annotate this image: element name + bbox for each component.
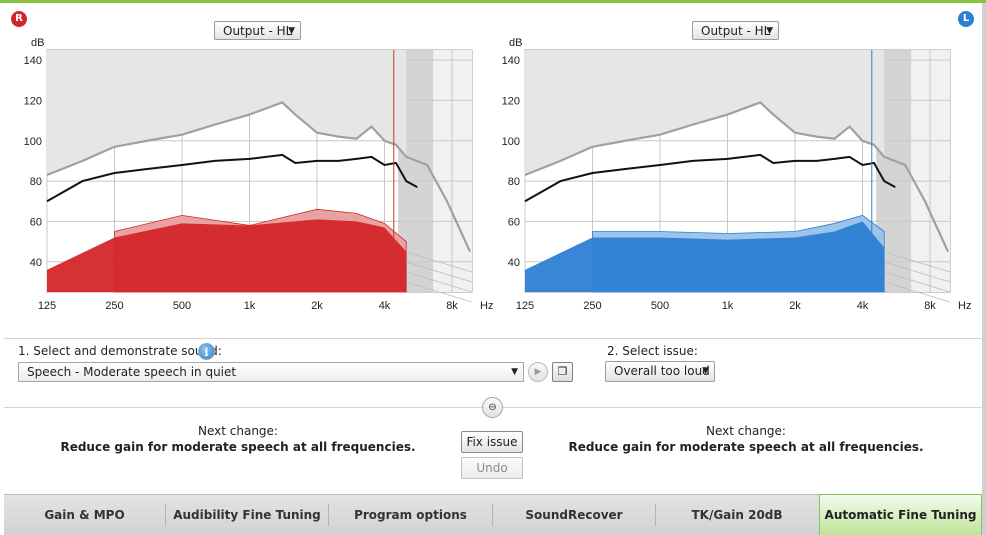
y-tick-label: 40: [508, 257, 520, 269]
x-tick-label: 8k: [446, 300, 458, 312]
y-tick-label: 140: [24, 55, 42, 67]
sound-select-value: Speech - Moderate speech in quiet: [27, 365, 237, 379]
sound-select[interactable]: Speech - Moderate speech in quiet ▼: [18, 362, 524, 382]
out-of-range-region: [433, 50, 472, 292]
tab-gain-mpo[interactable]: Gain & MPO: [4, 495, 165, 535]
right-ear-chart: 140 120 100 80 60 40 125 250 500 1k 2k 4k 8k dB Hz: [24, 37, 494, 312]
y-tick-label: 80: [508, 176, 520, 188]
window-icon[interactable]: ❐: [552, 362, 573, 382]
left-ear-badge: L: [958, 11, 974, 27]
next-change-text: Reduce gain for moderate speech at all f…: [568, 440, 924, 454]
link-icon[interactable]: ⊖: [482, 397, 503, 418]
y-tick-label: 100: [502, 136, 520, 148]
chevron-down-icon: ▼: [702, 366, 709, 376]
x-tick-label: 2k: [311, 300, 323, 312]
x-tick-label: 125: [516, 300, 534, 312]
y-tick-label: 40: [30, 257, 42, 269]
issue-select[interactable]: Overall too loud ▼: [605, 361, 715, 382]
y-tick-label: 140: [502, 55, 520, 67]
sound-select-label: 1. Select and demonstrate sound:: [18, 344, 222, 358]
y-tick-label: 100: [24, 136, 42, 148]
issue-select-label: 2. Select issue:: [607, 344, 698, 358]
x-tick-label: 1k: [722, 300, 734, 312]
tab-bar: Gain & MPO Audibility Fine Tuning Progra…: [4, 494, 982, 535]
left-output-dropdown-label: Output - HL: [701, 24, 771, 38]
right-ear-badge: R: [11, 11, 27, 27]
next-change-text: Reduce gain for moderate speech at all f…: [60, 440, 416, 454]
out-of-range-region: [911, 50, 950, 292]
tab-tk-gain[interactable]: TK/Gain 20dB: [656, 495, 818, 535]
y-axis-label: dB: [509, 37, 522, 49]
x-tick-label: 250: [583, 300, 601, 312]
left-ear-chart: 140 120 100 80 60 40 125 250 500 1k 2k 4k 8k dB Hz: [502, 37, 972, 312]
right-output-dropdown-label: Output - HL: [223, 24, 293, 38]
y-tick-label: 60: [30, 216, 42, 228]
left-next-change: Next change: Reduce gain for moderate sp…: [566, 424, 926, 454]
info-icon[interactable]: i: [198, 343, 215, 360]
y-tick-label: 120: [502, 95, 520, 107]
right-next-change: Next change: Reduce gain for moderate sp…: [58, 424, 418, 454]
x-axis-unit: Hz: [958, 300, 971, 312]
next-change-title: Next change:: [706, 424, 786, 438]
x-tick-label: 500: [651, 300, 669, 312]
tab-audibility-fine-tuning[interactable]: Audibility Fine Tuning: [166, 495, 328, 535]
chart-area: 140 120 100 80 60 40 125 250 500 1k 2k 4k 8k dB Hz 140…: [24, 37, 972, 312]
tab-soundrecover[interactable]: SoundRecover: [493, 495, 655, 535]
x-tick-label: 250: [105, 300, 123, 312]
x-tick-label: 4k: [379, 300, 391, 312]
y-tick-label: 60: [508, 216, 520, 228]
top-accent-bar: [0, 0, 986, 3]
y-tick-label: 120: [24, 95, 42, 107]
tab-program-options[interactable]: Program options: [329, 495, 492, 535]
x-tick-label: 2k: [789, 300, 801, 312]
play-button[interactable]: ▶: [528, 362, 548, 382]
x-tick-label: 1k: [244, 300, 256, 312]
chevron-down-icon: ▼: [511, 367, 518, 377]
x-axis-unit: Hz: [480, 300, 493, 312]
x-tick-label: 8k: [924, 300, 936, 312]
divider: [4, 338, 982, 339]
x-tick-label: 4k: [857, 300, 869, 312]
tab-automatic-fine-tuning[interactable]: Automatic Fine Tuning: [819, 494, 982, 535]
y-tick-label: 80: [30, 176, 42, 188]
y-axis-label: dB: [31, 37, 44, 49]
issue-select-value: Overall too loud: [614, 364, 710, 378]
undo-button[interactable]: Undo: [461, 457, 523, 479]
x-tick-label: 500: [173, 300, 191, 312]
x-tick-label: 125: [38, 300, 56, 312]
next-change-title: Next change:: [198, 424, 278, 438]
fix-issue-button[interactable]: Fix issue: [461, 431, 523, 453]
